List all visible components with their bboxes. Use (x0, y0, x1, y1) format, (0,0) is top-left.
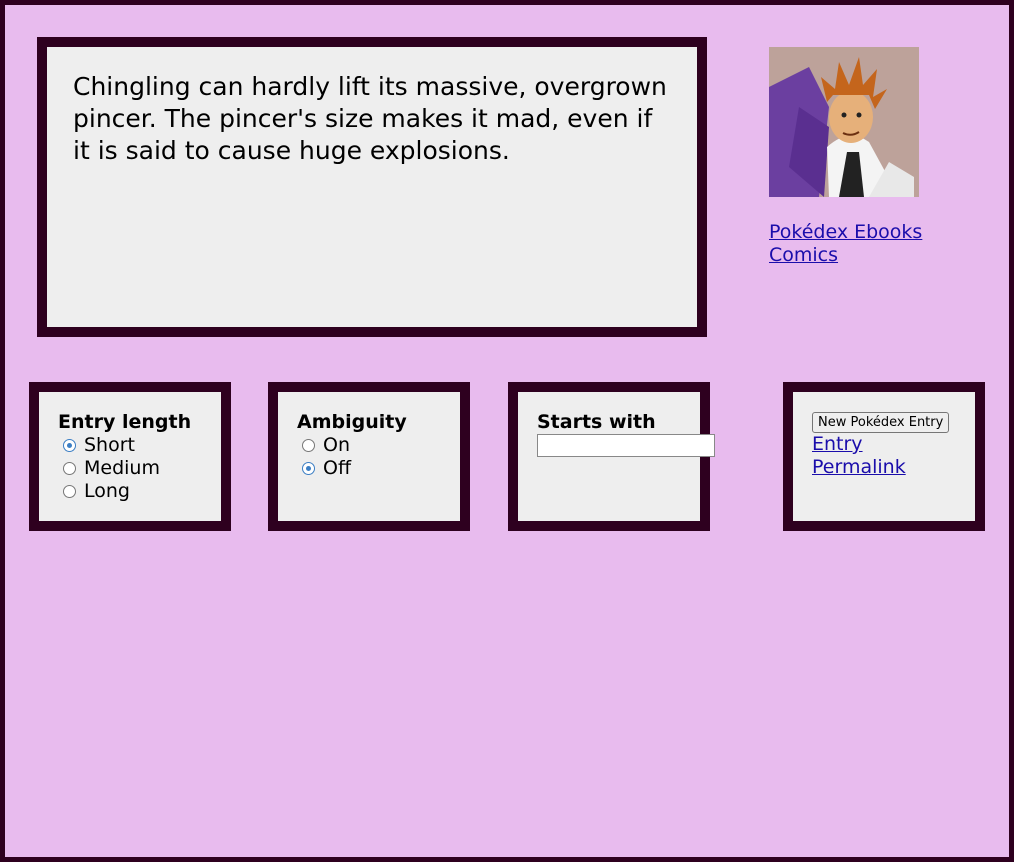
permalink-link[interactable]: Permalink (812, 456, 975, 479)
comics-link[interactable]: Comics (769, 244, 922, 267)
radio-label-medium[interactable]: Medium (84, 457, 160, 480)
starts-with-input[interactable] (537, 434, 715, 457)
entry-text: Chingling can hardly lift its massive, o… (73, 72, 667, 165)
radio-on[interactable] (302, 439, 315, 452)
starts-with-panel: Starts with (508, 382, 715, 531)
radio-option-long[interactable]: Long (58, 480, 221, 503)
radio-medium[interactable] (63, 462, 76, 475)
entry-link[interactable]: Entry (812, 433, 975, 456)
new-pokedex-entry-button[interactable]: New Pokédex Entry (812, 412, 950, 433)
radio-option-off[interactable]: Off (297, 457, 460, 480)
radio-label-on[interactable]: On (323, 434, 350, 457)
radio-label-long[interactable]: Long (84, 480, 130, 503)
ambiguity-title: Ambiguity (297, 411, 407, 433)
radio-label-short[interactable]: Short (84, 434, 135, 457)
radio-off[interactable] (302, 462, 315, 475)
entry-box: Chingling can hardly lift its massive, o… (37, 37, 707, 337)
entry-length-panel: Entry length Short Medium Long (29, 382, 231, 531)
ambiguity-panel: Ambiguity On Off (268, 382, 470, 531)
pokedex-ebooks-link[interactable]: Pokédex Ebooks (769, 221, 922, 244)
radio-option-on[interactable]: On (297, 434, 460, 457)
side-links: Pokédex Ebooks Comics (769, 221, 922, 267)
radio-short[interactable] (63, 439, 76, 452)
starts-with-title: Starts with (537, 411, 656, 433)
radio-option-medium[interactable]: Medium (58, 457, 221, 480)
radio-option-short[interactable]: Short (58, 434, 221, 457)
entry-length-title: Entry length (58, 411, 192, 433)
radio-long[interactable] (63, 485, 76, 498)
radio-label-off[interactable]: Off (323, 457, 351, 480)
actions-panel: New Pokédex Entry Entry Permalink (783, 382, 985, 531)
professor-portrait-image (769, 47, 919, 197)
